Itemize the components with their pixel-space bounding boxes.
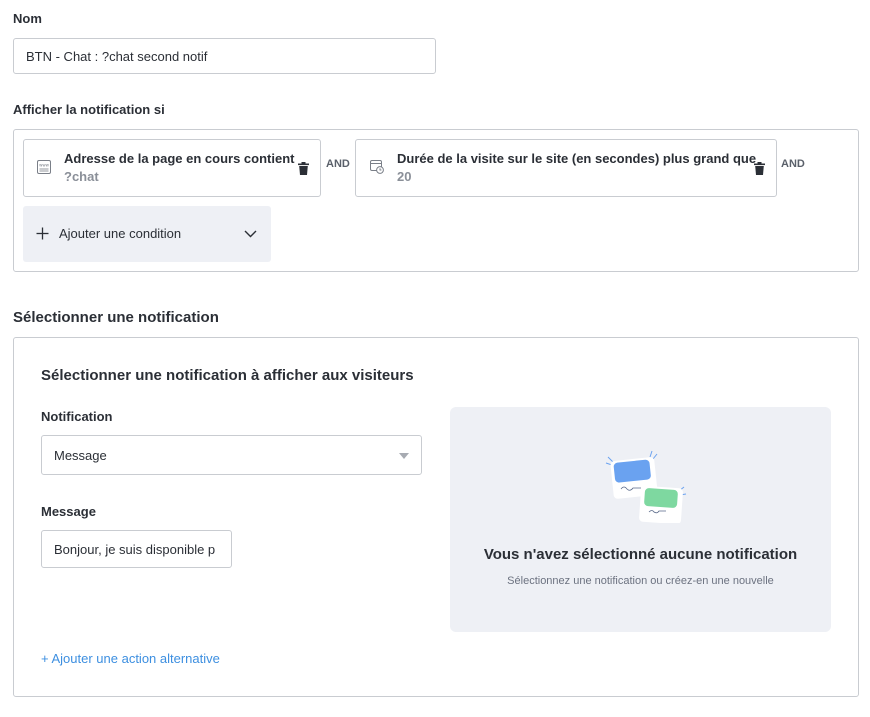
caret-down-icon	[399, 453, 409, 459]
condition-card-duration[interactable]: Durée de la visite sur le site (en secon…	[355, 139, 777, 197]
trash-icon[interactable]	[754, 162, 765, 175]
trash-icon[interactable]	[298, 162, 309, 175]
add-condition-label: Ajouter une condition	[59, 226, 182, 241]
svg-text:www: www	[39, 163, 50, 168]
message-input[interactable]	[41, 530, 232, 568]
notification-label: Notification	[41, 409, 113, 424]
condition-value: 20	[397, 169, 412, 184]
name-input[interactable]	[13, 38, 436, 74]
add-alternative-action-link[interactable]: + Ajouter une action alternative	[41, 651, 220, 666]
plus-icon	[36, 227, 49, 240]
condition-title: Durée de la visite sur le site (en secon…	[397, 151, 757, 166]
conditions-box: www Adresse de la page en cours contient…	[13, 129, 859, 272]
chat-bubbles-illustration-icon	[605, 450, 687, 523]
empty-notification-panel: Vous n'avez sélectionné aucune notificat…	[450, 407, 831, 632]
condition-title: Adresse de la page en cours contient	[64, 151, 295, 166]
empty-state-title: Vous n'avez sélectionné aucune notificat…	[483, 546, 798, 563]
chevron-down-icon	[244, 230, 257, 238]
message-label: Message	[41, 504, 96, 519]
and-connector: AND	[326, 158, 350, 170]
notification-select-value: Message	[54, 447, 107, 463]
add-condition-dropdown[interactable]: Ajouter une condition	[23, 206, 271, 262]
notification-select[interactable]: Message	[41, 435, 422, 475]
www-page-icon: www	[37, 160, 51, 174]
name-label: Nom	[13, 11, 42, 26]
and-connector: AND	[781, 158, 805, 170]
condition-card-url[interactable]: www Adresse de la page en cours contient…	[23, 139, 321, 197]
notification-card-title: Sélectionner une notification à afficher…	[41, 367, 414, 384]
notification-section-title: Sélectionner une notification	[13, 309, 219, 326]
conditions-label: Afficher la notification si	[13, 102, 165, 117]
empty-state-subtitle: Sélectionnez une notification ou créez-e…	[507, 575, 774, 587]
notification-card: Sélectionner une notification à afficher…	[13, 337, 859, 697]
condition-value: ?chat	[64, 169, 99, 184]
browser-clock-icon	[370, 160, 384, 174]
